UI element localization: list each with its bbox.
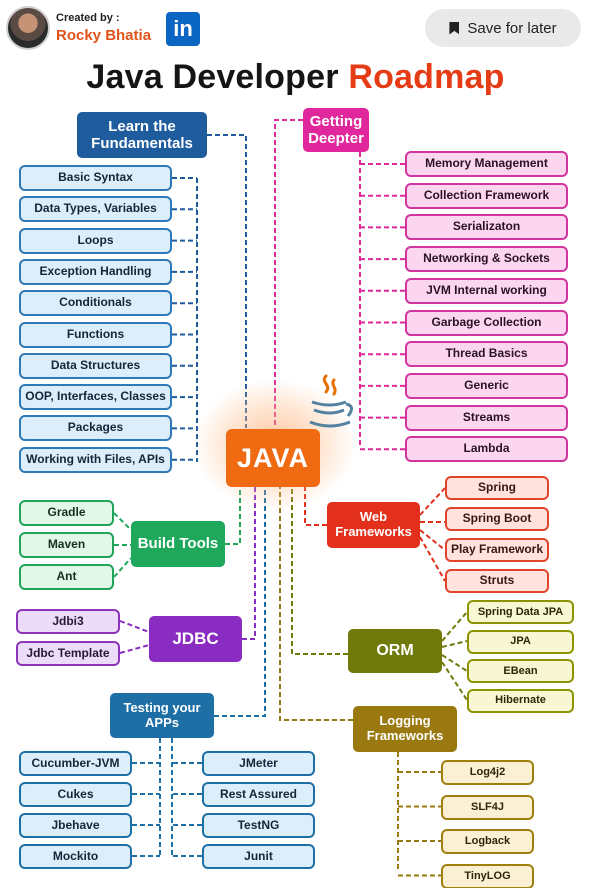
jdbc-item-jdbc-template: Jdbc Template xyxy=(16,641,120,666)
fundamentals-header: Learn the Fundamentals xyxy=(77,112,207,158)
java-center-node: JAVA xyxy=(226,429,320,487)
created-by-label: Created by : xyxy=(56,12,120,24)
roadmap-infographic: Created by : Rocky Bhatia in Save for la… xyxy=(0,0,591,888)
author-avatar xyxy=(6,6,50,50)
deeper-item-garbage-collection: Garbage Collection xyxy=(405,309,568,336)
deeper-item-generic: Generic xyxy=(405,372,568,399)
fundamentals-item-data-structures: Data Structures xyxy=(19,352,172,379)
deeper-item-collection-framework: Collection Framework xyxy=(405,182,568,209)
testing-tool-junit: Junit xyxy=(202,844,315,869)
save-for-later-button[interactable]: Save for later xyxy=(425,9,581,47)
logging-item-log4j2: Log4j2 xyxy=(441,760,534,785)
orm-link xyxy=(441,611,468,642)
orm-header: ORM xyxy=(348,629,442,673)
testing-tool-mockito: Mockito xyxy=(19,844,132,869)
web-link xyxy=(419,487,446,516)
testing-tool-jbehave: Jbehave xyxy=(19,813,132,838)
testing-tool-cucumber-jvm: Cucumber-JVM xyxy=(19,751,132,776)
web-frameworks-header: Web Frameworks xyxy=(327,502,420,548)
orm-item-spring-data-jpa: Spring Data JPA xyxy=(467,600,574,624)
build-tools-header: Build Tools xyxy=(131,521,225,567)
save-for-later-label: Save for later xyxy=(467,19,557,37)
fundamentals-item-basic-syntax: Basic Syntax xyxy=(19,165,172,191)
deeper-item-streams: Streams xyxy=(405,404,568,431)
logging-item-logback: Logback xyxy=(441,829,534,854)
testing-header: Testing your APPs xyxy=(110,693,214,738)
testing-tool-rest-assured: Rest Assured xyxy=(202,782,315,807)
fundamentals-item-conditionals: Conditionals xyxy=(19,290,172,317)
fundamentals-item-functions: Functions xyxy=(19,321,172,348)
author-name: Rocky Bhatia xyxy=(56,27,152,44)
page-title: Java Developer Roadmap xyxy=(0,58,591,97)
testing-tool-jmeter: JMeter xyxy=(202,751,315,776)
logging-item-tinylog: TinyLOG xyxy=(441,863,534,888)
fundamentals-item-data-types-variables: Data Types, Variables xyxy=(19,196,172,223)
deeper-item-networking-and-sockets: Networking & Sockets xyxy=(405,246,568,273)
orm-link xyxy=(441,661,468,701)
fundamentals-item-working-with-files-apis: Working with Files, APIs xyxy=(19,446,172,473)
build-tool-gradle: Gradle xyxy=(19,500,114,526)
logging-header: Logging Frameworks xyxy=(353,706,457,752)
fundamentals-trunk xyxy=(207,134,247,428)
bookmark-icon xyxy=(449,21,460,35)
build-link xyxy=(113,512,132,531)
web-link xyxy=(419,529,446,551)
web-framework-spring: Spring xyxy=(445,476,549,500)
fundamentals-item-loops: Loops xyxy=(19,227,172,254)
web-framework-play-framework: Play Framework xyxy=(445,538,549,562)
jdbc-link xyxy=(119,644,150,654)
deeper-item-jvm-internal-working: JVM Internal working xyxy=(405,277,568,304)
jdbc-trunk xyxy=(242,487,256,640)
deeper-item-thread-basics: Thread Basics xyxy=(405,341,568,368)
jdbc-link xyxy=(119,620,150,633)
testing-tool-cukes: Cukes xyxy=(19,782,132,807)
orm-item-ebean: EBean xyxy=(467,659,574,683)
fundamentals-item-packages: Packages xyxy=(19,415,172,442)
deeper-item-lambda: Lambda xyxy=(405,436,568,463)
jdbc-item-jdbi3: Jdbi3 xyxy=(16,609,120,634)
deeper-header: Getting Deepter xyxy=(303,108,369,152)
jdbc-header: JDBC xyxy=(149,616,242,662)
orm-item-jpa: JPA xyxy=(467,629,574,654)
title-main: Java Developer xyxy=(86,58,349,96)
orm-link xyxy=(441,654,468,672)
title-accent: Roadmap xyxy=(348,58,505,96)
testing-tool-testng: TestNG xyxy=(202,813,315,838)
deeper-item-serializaton: Serializaton xyxy=(405,214,568,241)
orm-link xyxy=(441,640,468,648)
java-coffee-cup-icon xyxy=(309,374,353,428)
orm-item-hibernate: Hibernate xyxy=(467,688,574,713)
build-tool-maven: Maven xyxy=(19,532,114,558)
linkedin-icon[interactable]: in xyxy=(166,12,200,46)
web-link xyxy=(419,536,446,582)
build-link xyxy=(113,557,132,578)
fundamentals-item-exception-handling: Exception Handling xyxy=(19,258,172,285)
logging-item-slf4j: SLF4J xyxy=(441,794,534,820)
deeper-item-memory-management: Memory Management xyxy=(405,151,568,177)
build-tool-ant: Ant xyxy=(19,564,114,590)
fundamentals-item-oop-interfaces-classes: OOP, Interfaces, Classes xyxy=(19,384,172,411)
web-framework-struts: Struts xyxy=(445,569,549,593)
web-framework-spring-boot: Spring Boot xyxy=(445,507,549,531)
